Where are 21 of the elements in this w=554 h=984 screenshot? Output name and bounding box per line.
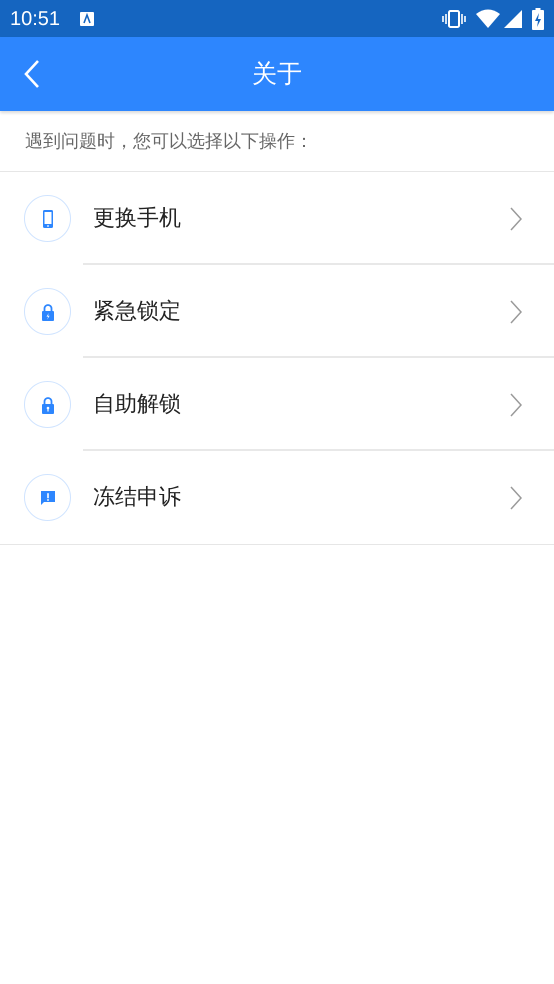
menu-item[interactable]: 紧急锁定 <box>0 265 554 358</box>
menu-item[interactable]: 冻结申诉 <box>0 451 554 544</box>
header-title: 关于 <box>252 58 302 90</box>
menu-item-label: 紧急锁定 <box>93 298 182 326</box>
chevron-icon <box>510 392 522 416</box>
signal-icon <box>504 10 522 28</box>
chevron-icon <box>510 206 522 230</box>
vibrate-icon <box>442 8 466 28</box>
menu-item-label: 更换手机 <box>93 205 182 233</box>
menu-item-label: 自助解锁 <box>93 391 182 419</box>
menu-item[interactable]: 更换手机 <box>0 172 554 265</box>
back-icon <box>24 60 40 88</box>
battery-icon <box>532 8 544 30</box>
menu-item[interactable]: 自助解锁 <box>0 358 554 451</box>
wifi-icon <box>476 8 500 28</box>
chevron-icon <box>510 300 522 324</box>
status-time: 10:51 <box>10 6 60 32</box>
notification-icon <box>80 12 94 26</box>
menu-item-label: 冻结申诉 <box>93 484 182 512</box>
chevron-icon <box>510 486 522 510</box>
intro-text: 遇到问题时，您可以选择以下操作： <box>25 130 313 154</box>
